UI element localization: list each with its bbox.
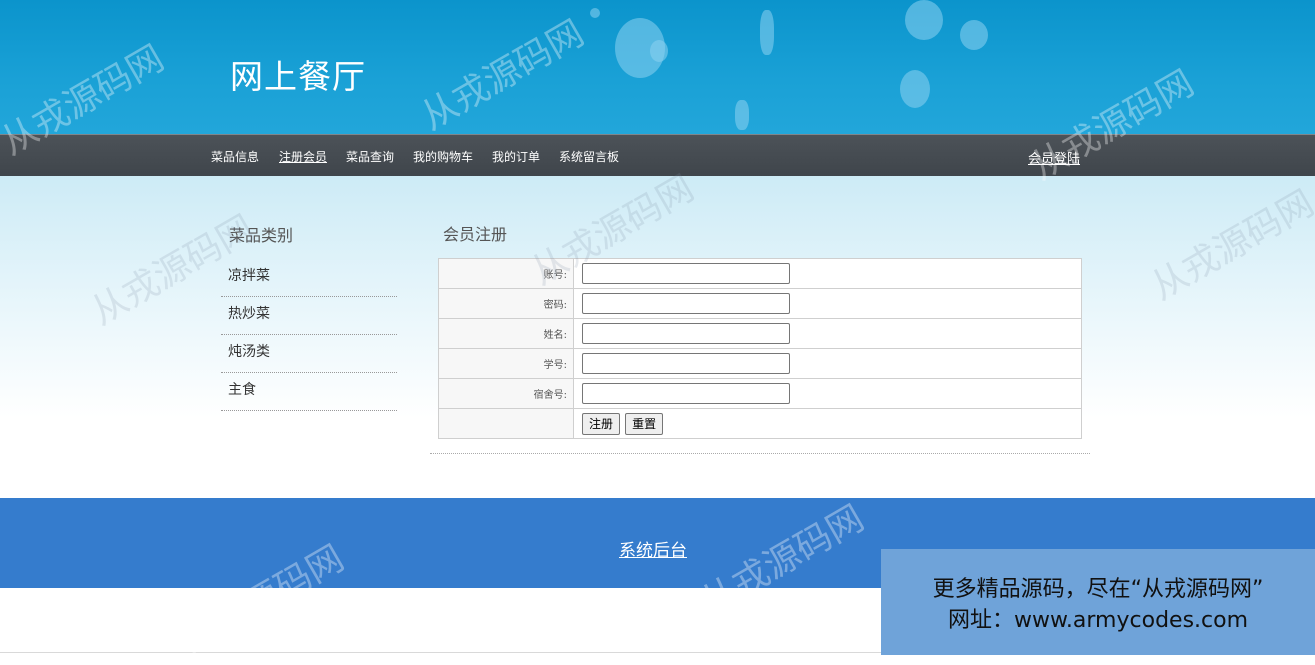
register-button[interactable]: 注册 <box>582 412 621 435</box>
main-content: 菜品类别 凉拌菜 热炒菜 炖汤类 主食 会员注册 账号: 密码: 姓名: 学号:… <box>0 176 1315 498</box>
account-label: 账号: <box>438 258 574 289</box>
empty-label-cell <box>438 408 574 439</box>
main-nav: 菜品信息 注册会员 菜品查询 我的购物车 我的订单 系统留言板 会员登陆 <box>0 134 1315 177</box>
form-divider <box>430 453 1090 454</box>
reset-button[interactable]: 重置 <box>625 412 664 435</box>
form-title: 会员注册 <box>443 225 508 244</box>
nav-item-cart[interactable]: 我的购物车 <box>413 148 473 165</box>
nav-item-register[interactable]: 注册会员 <box>279 148 327 165</box>
password-label: 密码: <box>438 288 574 319</box>
student-id-input[interactable] <box>582 353 790 374</box>
site-title: 网上餐厅 <box>230 57 366 96</box>
form-row-name: 姓名: <box>438 318 1082 349</box>
admin-backend-link[interactable]: 系统后台 <box>619 536 687 561</box>
nav-item-messageboard[interactable]: 系统留言板 <box>559 148 619 165</box>
category-item[interactable]: 主食 <box>221 374 397 411</box>
account-input[interactable] <box>582 263 790 284</box>
name-label: 姓名: <box>438 318 574 349</box>
form-row-account: 账号: <box>438 258 1082 289</box>
member-login-link[interactable]: 会员登陆 <box>1028 148 1080 167</box>
form-row-dorm: 宿舍号: <box>438 378 1082 409</box>
category-item[interactable]: 热炒菜 <box>221 298 397 335</box>
dorm-label: 宿舍号: <box>438 378 574 409</box>
promo-url: 网址：www.armycodes.com <box>947 608 1249 633</box>
promo-banner: 更多精品源码，尽在“从戎源码网” 网址：www.armycodes.com <box>881 549 1315 655</box>
form-row-student-id: 学号: <box>438 348 1082 379</box>
category-item[interactable]: 凉拌菜 <box>221 260 397 297</box>
student-id-label: 学号: <box>438 348 574 379</box>
nav-item-dishes[interactable]: 菜品信息 <box>211 148 259 165</box>
form-row-actions: 注册 重置 <box>438 408 1082 439</box>
nav-item-orders[interactable]: 我的订单 <box>492 148 540 165</box>
sidebar-title: 菜品类别 <box>229 226 294 245</box>
password-input[interactable] <box>582 293 790 314</box>
nav-item-search[interactable]: 菜品查询 <box>346 148 394 165</box>
category-list: 凉拌菜 热炒菜 炖汤类 主食 <box>221 260 397 412</box>
dorm-input[interactable] <box>582 383 790 404</box>
register-form: 账号: 密码: 姓名: 学号: 宿舍号: 注册 重置 <box>438 258 1082 439</box>
site-header: 网上餐厅 <box>0 0 1315 134</box>
category-item[interactable]: 炖汤类 <box>221 336 397 373</box>
promo-text: 更多精品源码，尽在“从戎源码网” <box>932 577 1264 602</box>
form-row-password: 密码: <box>438 288 1082 319</box>
name-input[interactable] <box>582 323 790 344</box>
